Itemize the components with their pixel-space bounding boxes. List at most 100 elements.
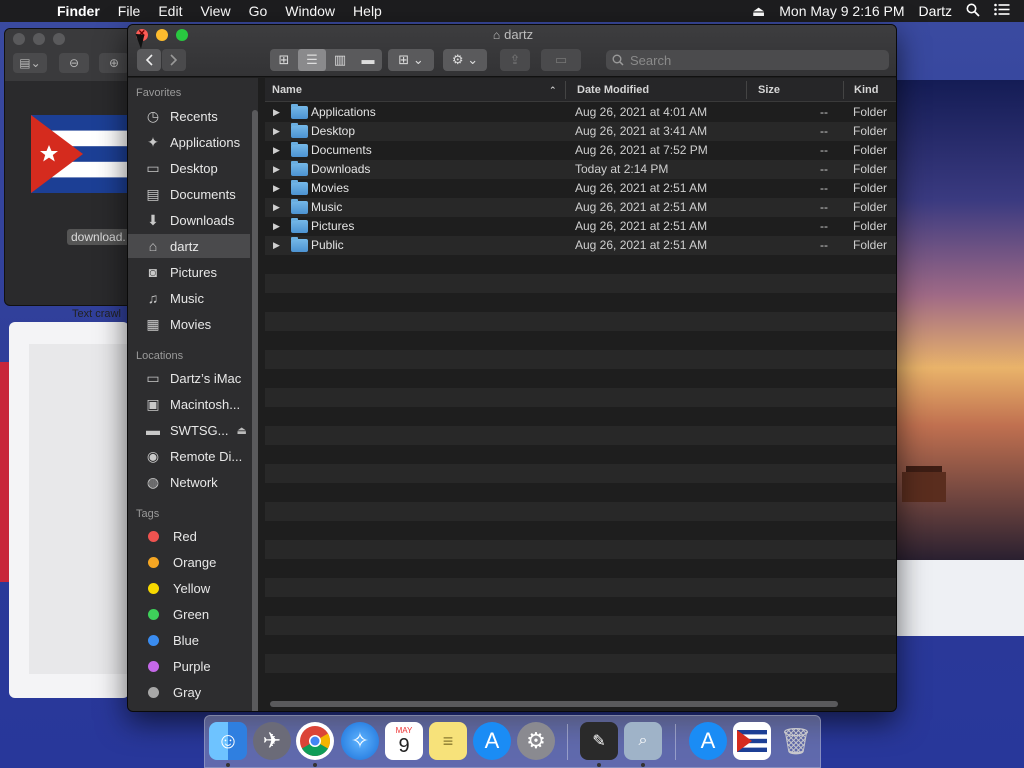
menu-view[interactable]: View bbox=[191, 3, 239, 19]
table-row[interactable]: ▶ Desktop Aug 26, 2021 at 3:41 AM -- Folder bbox=[265, 122, 896, 141]
sidebar-tag-purple[interactable]: Purple bbox=[128, 654, 250, 678]
disclosure-triangle-icon[interactable]: ▶ bbox=[273, 107, 280, 118]
cuba-flag-image bbox=[31, 115, 133, 193]
sidebar-scrollbar[interactable] bbox=[252, 110, 258, 711]
flag-document-icon[interactable] bbox=[733, 722, 771, 760]
gallery-view-icon[interactable]: ▬ bbox=[354, 49, 382, 71]
table-row[interactable]: ▶ Public Aug 26, 2021 at 2:51 AM -- Folder bbox=[265, 236, 896, 255]
sidebar-item-movies[interactable]: ▦ Movies bbox=[128, 312, 250, 336]
gear-icon: ⚙ bbox=[451, 52, 464, 67]
eject-icon[interactable]: ⏏ bbox=[752, 3, 765, 20]
list-view-icon[interactable]: ☰ bbox=[298, 49, 326, 71]
preview-icon[interactable]: ⌕ bbox=[624, 722, 662, 760]
sidebar-item-downloads[interactable]: ⬇ Downloads bbox=[128, 208, 250, 232]
eject-icon[interactable]: ⏏ bbox=[237, 424, 247, 437]
menu-window[interactable]: Window bbox=[276, 3, 344, 19]
icon-view-icon[interactable]: ⊞ bbox=[270, 49, 298, 71]
sidebar-item-recents[interactable]: ◷ Recents bbox=[128, 104, 250, 128]
empty-row bbox=[265, 274, 896, 293]
sidebar-item-macintosh-hd[interactable]: ▣ Macintosh... bbox=[128, 392, 250, 416]
sidebar-item-network[interactable]: ◍ Network bbox=[128, 470, 250, 494]
finder-icon[interactable]: ☺ bbox=[209, 722, 247, 760]
disclosure-triangle-icon[interactable]: ▶ bbox=[273, 183, 280, 194]
menu-help[interactable]: Help bbox=[344, 3, 391, 19]
disclosure-triangle-icon[interactable]: ▶ bbox=[273, 221, 280, 232]
sidebar-toggle-icon[interactable]: ▤⌄ bbox=[13, 53, 47, 73]
disclosure-triangle-icon[interactable]: ▶ bbox=[273, 240, 280, 251]
table-row[interactable]: ▶ Applications Aug 26, 2021 at 4:01 AM -- Fo… bbox=[265, 103, 896, 122]
preview-zoom-button[interactable] bbox=[53, 33, 65, 45]
sidebar-item-documents[interactable]: ▤ Documents bbox=[128, 182, 250, 206]
menu-app-finder[interactable]: Finder bbox=[48, 3, 109, 19]
column-header-date[interactable]: Date Modified bbox=[577, 84, 649, 96]
share-icon: ⇪ bbox=[509, 52, 521, 67]
globe-icon: ◍ bbox=[146, 473, 160, 490]
disclosure-triangle-icon[interactable]: ▶ bbox=[273, 164, 280, 175]
sidebar-tag-red[interactable]: Red bbox=[128, 524, 250, 548]
table-row[interactable]: ▶ Movies Aug 26, 2021 at 2:51 AM -- Folder bbox=[265, 179, 896, 198]
sidebar-item-applications[interactable]: ✦ Applications bbox=[128, 130, 250, 154]
back-button[interactable] bbox=[137, 49, 161, 71]
safari-icon[interactable]: ✧ bbox=[341, 722, 379, 760]
horizontal-scrollbar[interactable] bbox=[270, 701, 838, 707]
sidebar-tag-orange[interactable]: Orange bbox=[128, 550, 250, 574]
table-row[interactable]: ▶ Downloads Today at 2:14 PM -- Folder bbox=[265, 160, 896, 179]
disclosure-triangle-icon[interactable]: ▶ bbox=[273, 126, 280, 137]
column-view-icon[interactable]: ▥ bbox=[326, 49, 354, 71]
menu-clock[interactable]: Mon May 9 2:16 PM bbox=[779, 3, 904, 19]
sort-chevron-up-icon[interactable]: ⌃ bbox=[549, 85, 557, 96]
preview-window[interactable]: ▤⌄ ⊖ ⊕ download. bbox=[4, 28, 136, 306]
sidebar-item-desktop[interactable]: ▭ Desktop bbox=[128, 156, 250, 180]
preview-close-button[interactable] bbox=[13, 33, 25, 45]
screenshot-app-icon[interactable]: ✎ bbox=[580, 722, 618, 760]
search-field[interactable]: Search bbox=[606, 50, 889, 70]
forward-button[interactable] bbox=[162, 49, 186, 71]
column-header-kind[interactable]: Kind bbox=[854, 84, 878, 96]
sidebar-item-pictures[interactable]: ◙ Pictures bbox=[128, 260, 250, 284]
calendar-icon[interactable]: MAY 9 bbox=[385, 722, 423, 760]
column-header-size[interactable]: Size bbox=[758, 84, 780, 96]
app-store-download-icon[interactable]: A bbox=[689, 722, 727, 760]
notes-icon[interactable]: ≡ bbox=[429, 722, 467, 760]
zoom-in-icon[interactable]: ⊕ bbox=[99, 53, 129, 73]
notification-center-icon[interactable] bbox=[994, 3, 1010, 19]
app-store-icon[interactable]: A bbox=[473, 722, 511, 760]
group-by-button[interactable]: ⊞ ⌄ bbox=[388, 49, 434, 71]
sidebar-item-music[interactable]: ♫ Music bbox=[128, 286, 250, 310]
menu-user[interactable]: Dartz bbox=[919, 3, 952, 19]
tag-icon: ▭ bbox=[554, 52, 568, 67]
desktop-icon: ▭ bbox=[146, 159, 160, 176]
sidebar-item-swtsg[interactable]: ▬ SWTSG... ⏏ bbox=[128, 418, 250, 442]
empty-row bbox=[265, 464, 896, 483]
disclosure-triangle-icon[interactable]: ▶ bbox=[273, 145, 280, 156]
column-header-name[interactable]: Name bbox=[272, 84, 302, 96]
disclosure-triangle-icon[interactable]: ▶ bbox=[273, 202, 280, 213]
sidebar-tag-green[interactable]: Green bbox=[128, 602, 250, 626]
chrome-icon[interactable] bbox=[296, 722, 334, 760]
system-preferences-icon[interactable]: ⚙ bbox=[517, 722, 555, 760]
sidebar-tag-gray[interactable]: Gray bbox=[128, 680, 250, 704]
action-menu-button[interactable]: ⚙ ⌄ bbox=[443, 49, 487, 71]
table-row[interactable]: ▶ Music Aug 26, 2021 at 2:51 AM -- Folder bbox=[265, 198, 896, 217]
menu-edit[interactable]: Edit bbox=[149, 3, 191, 19]
sidebar-tag-blue[interactable]: Blue bbox=[128, 628, 250, 652]
launchpad-icon[interactable]: ✈ bbox=[253, 722, 291, 760]
table-row[interactable]: ▶ Pictures Aug 26, 2021 at 2:51 AM -- Folder bbox=[265, 217, 896, 236]
menu-file[interactable]: File bbox=[109, 3, 150, 19]
chevron-down-icon: ⌄ bbox=[467, 52, 479, 67]
sidebar-tag-yellow[interactable]: Yellow bbox=[128, 576, 250, 600]
zoom-out-icon[interactable]: ⊖ bbox=[59, 53, 89, 73]
table-row[interactable]: ▶ Documents Aug 26, 2021 at 7:52 PM -- Folde… bbox=[265, 141, 896, 160]
tags-button[interactable]: ▭ bbox=[541, 49, 581, 71]
preview-filename[interactable]: download. bbox=[67, 229, 130, 245]
sidebar-item-imac[interactable]: ▭ Dartz’s iMac bbox=[128, 366, 250, 390]
menu-go[interactable]: Go bbox=[240, 3, 277, 19]
empty-row bbox=[265, 521, 896, 540]
share-button[interactable]: ⇪ bbox=[500, 49, 530, 71]
spotlight-search-icon[interactable] bbox=[966, 3, 980, 20]
sidebar-item-remote-disc[interactable]: ◉ Remote Di... bbox=[128, 444, 250, 468]
preview-minimize-button[interactable] bbox=[33, 33, 45, 45]
sidebar-item-dartz[interactable]: ⌂ dartz bbox=[128, 234, 250, 258]
home-icon: ⌂ bbox=[148, 238, 158, 254]
trash-icon[interactable]: 🗑 bbox=[777, 722, 815, 760]
